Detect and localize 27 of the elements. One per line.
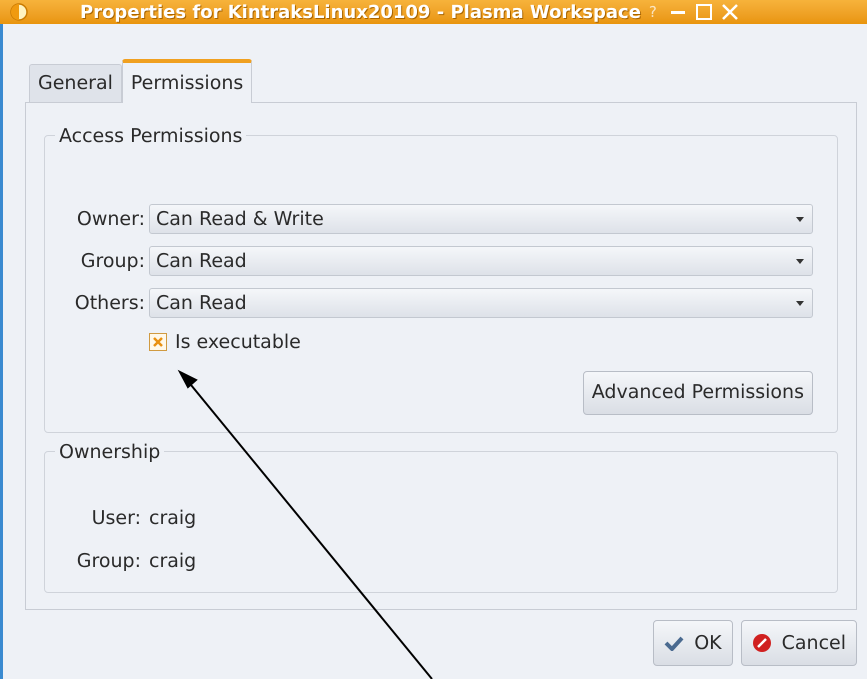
tab[interactable]: Permissions [122,59,252,103]
close-icon[interactable] [720,3,739,21]
dropdown-arrow-icon [796,258,804,264]
field-value: craig [149,506,196,531]
dropdown-arrow-icon [796,216,804,222]
cancel-icon [752,633,772,653]
permission-dropdown[interactable]: Can Read & Write [149,204,813,234]
field-label: Group: [80,248,146,274]
cancel-button[interactable]: Cancel [740,620,857,666]
permission-dropdown[interactable]: Can Read [149,288,813,318]
field-label: User: [90,506,142,531]
maximize-icon[interactable] [694,3,713,21]
permission-dropdown[interactable]: Can Read [149,246,813,276]
executable-checkbox[interactable] [149,333,167,352]
app-icon [8,2,30,22]
field-label: Others: [74,290,146,316]
ok-button[interactable]: OK [653,620,733,666]
field-value: craig [149,548,196,574]
checkbox-label: Is executable [175,330,301,355]
tab[interactable]: General [29,64,122,102]
dropdown-arrow-icon [796,300,804,306]
field-label: Owner: [76,206,146,232]
advanced-permissions-button[interactable]: Advanced Permissions [582,370,813,414]
checkmark-icon [664,635,684,651]
window-title: Properties for KintraksLinux20109 - Plasma Workspace [80,0,641,24]
check-cross-icon [152,336,164,348]
field-label: Group: [76,548,142,574]
